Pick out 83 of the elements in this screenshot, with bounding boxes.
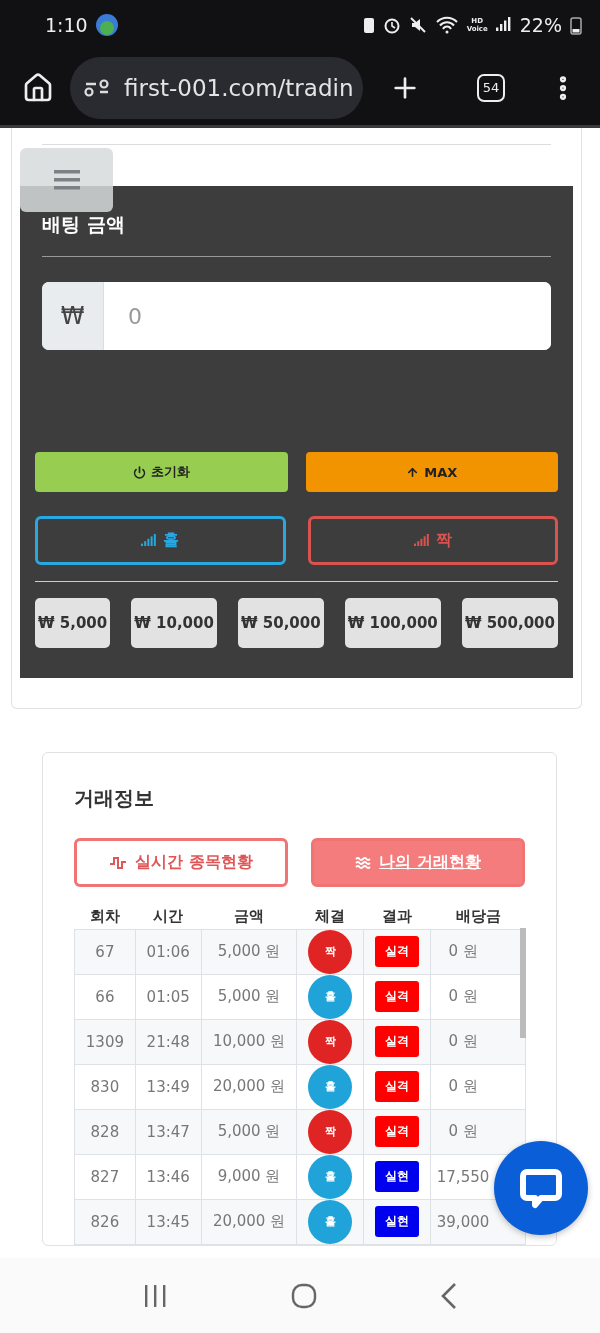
pick-button[interactable]: 홀 [35, 516, 286, 565]
panel-title: 배팅 금액 [42, 212, 126, 237]
table-cell: 13:45 [135, 1199, 202, 1244]
amount-chip[interactable]: ₩ 500,000 [461, 598, 558, 648]
table-cell: 5,000 원 [201, 929, 297, 974]
column-header: 체결 [296, 905, 364, 929]
result-label: 실현 [375, 1161, 420, 1192]
table-cell: 67 [74, 929, 136, 974]
table-cell: 20,000 원 [201, 1064, 297, 1109]
wifi-icon [434, 16, 459, 34]
column-header: 금액 [201, 905, 297, 929]
table-cell: 828 [74, 1109, 136, 1154]
table-cell: 21:48 [135, 1019, 202, 1064]
table-cell: 5,000 원 [201, 974, 297, 1019]
clock-time: 1:10 [45, 14, 88, 36]
table-cell: 5,000 원 [201, 1109, 297, 1154]
side-marker: 홀 [308, 974, 353, 1019]
signal-bars-icon [413, 533, 430, 548]
table-cell: 827 [74, 1154, 136, 1199]
alarm-icon [382, 16, 401, 34]
table-cell: 0 원 [430, 1019, 526, 1064]
home-icon[interactable] [22, 71, 54, 104]
table-cell: 01:05 [135, 974, 202, 1019]
cell-signal-icon [495, 17, 512, 33]
currency-prefix: ₩ [42, 282, 104, 350]
table-cell: 13:47 [135, 1109, 202, 1154]
side-marker: 짝 [308, 929, 353, 974]
result-label: 실현 [375, 1206, 420, 1237]
view-tab[interactable]: 실시간 종목현황 [74, 838, 288, 887]
amount-chip[interactable]: ₩ 10,000 [131, 598, 217, 648]
side-marker: 짝 [308, 1019, 353, 1064]
side-marker: 홀 [308, 1064, 353, 1109]
arrow-up-icon [406, 465, 420, 479]
table-cell: 13:46 [135, 1154, 202, 1199]
pulse-icon [109, 855, 128, 870]
table-cell: 66 [74, 974, 136, 1019]
table-cell: 10,000 원 [201, 1019, 297, 1064]
table-cell: 0 원 [430, 1109, 526, 1154]
column-header: 결과 [363, 905, 431, 929]
amount-field[interactable]: ₩ 0 [42, 282, 551, 350]
mute-icon [408, 16, 427, 34]
battery-saver-icon [362, 16, 375, 34]
site-settings-icon [84, 77, 110, 98]
menu-button[interactable] [20, 148, 113, 212]
section-title: 거래정보 [74, 785, 155, 812]
chat-button[interactable] [494, 1141, 588, 1235]
signal-bars-icon [141, 533, 158, 548]
column-header: 회차 [74, 905, 136, 929]
table-cell: 01:06 [135, 929, 202, 974]
result-label: 실격 [375, 1026, 420, 1057]
table-cell: 830 [74, 1064, 136, 1109]
menu-icon [53, 169, 80, 191]
home-button-icon[interactable] [291, 1282, 317, 1309]
table-cell: 826 [74, 1199, 136, 1244]
waves-icon [355, 856, 372, 869]
address-bar[interactable]: first-001.com/tradin [70, 56, 363, 119]
result-label: 실격 [375, 936, 420, 967]
side-marker: 홀 [308, 1199, 353, 1244]
table-cell: 20,000 원 [201, 1199, 297, 1244]
side-marker: 홀 [308, 1154, 353, 1199]
column-header: 배당금 [430, 905, 526, 929]
amount-chip[interactable]: ₩ 5,000 [35, 598, 111, 648]
result-label: 실격 [375, 981, 420, 1012]
reset-button[interactable]: 초기화 [35, 452, 288, 492]
max-button[interactable]: MAX [305, 452, 558, 492]
battery-icon [570, 15, 582, 35]
avatar-icon [95, 14, 118, 36]
result-label: 실격 [375, 1071, 420, 1102]
amount-chip[interactable]: ₩ 50,000 [238, 598, 324, 648]
table-cell: 13:49 [135, 1064, 202, 1109]
battery-percent: 22% [519, 14, 562, 36]
side-marker: 짝 [308, 1109, 353, 1154]
table-cell: 0 원 [430, 1064, 526, 1109]
table-cell: 1309 [74, 1019, 136, 1064]
amount-chip[interactable]: ₩ 100,000 [344, 598, 441, 648]
table-cell: 9,000 원 [201, 1154, 297, 1199]
column-header: 시간 [135, 905, 202, 929]
url-text: first-001.com/tradin [124, 74, 354, 101]
power-icon [132, 465, 146, 479]
back-icon[interactable] [440, 1281, 459, 1310]
scrollbar[interactable] [520, 928, 526, 1038]
tab-count-button[interactable]: 54 [477, 73, 505, 102]
result-label: 실격 [375, 1116, 420, 1147]
